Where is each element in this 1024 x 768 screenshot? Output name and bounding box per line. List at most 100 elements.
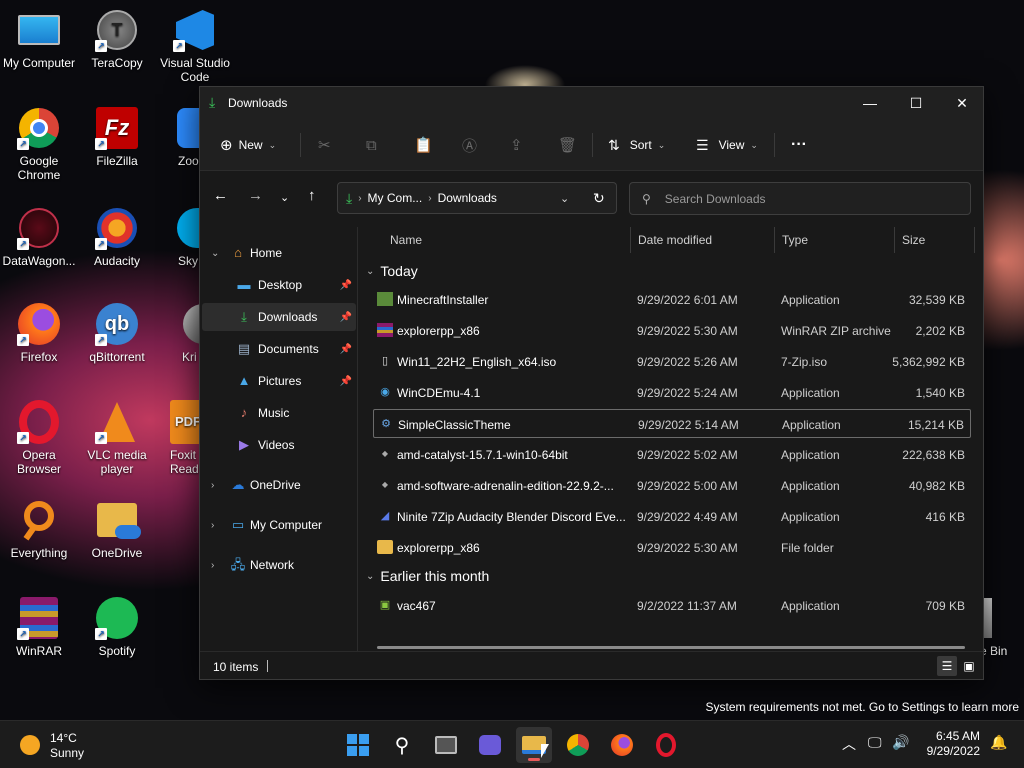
new-button[interactable]: ⊕ New ⌄	[220, 131, 276, 159]
desktop-icon-my-computer[interactable]: My Computer	[0, 8, 78, 70]
close-button[interactable]: ✕	[939, 87, 985, 119]
file-row[interactable]: ▯ Win11_22H2_English_x64.iso 9/29/2022 5…	[373, 347, 971, 376]
recent-locations-chevron-icon[interactable]: ⌄	[280, 191, 289, 204]
desktop-icon-audacity[interactable]: ↗ Audacity	[78, 206, 156, 268]
pin-icon[interactable]: 📌	[340, 376, 352, 387]
chrome-taskbar-button[interactable]	[560, 727, 596, 763]
file-row[interactable]: ◆ amd-catalyst-15.7.1-win10-64bit 9/29/2…	[373, 440, 971, 469]
chevron-down-icon[interactable]: ⌄	[211, 248, 219, 259]
breadcrumb-item[interactable]: Downloads	[438, 191, 497, 205]
column-divider[interactable]	[774, 227, 775, 253]
task-view-button[interactable]	[428, 727, 464, 763]
weather-widget[interactable]: 14°C Sunny	[20, 731, 84, 761]
share-button[interactable]: ⇪	[510, 131, 523, 159]
pin-icon[interactable]: 📌	[340, 280, 352, 291]
desktop-icon-qbittorrent[interactable]: qb ↗ qBittorrent	[78, 302, 156, 364]
paste-button[interactable]: 📋	[414, 131, 433, 159]
refresh-icon[interactable]: ↻	[593, 190, 605, 207]
file-row[interactable]: ⚙ SimpleClassicTheme 9/29/2022 5:14 AM A…	[373, 409, 971, 438]
volume-icon[interactable]: 🔊	[892, 734, 909, 751]
sidebar-item-videos[interactable]: ▶ Videos	[202, 431, 356, 459]
file-row[interactable]: ▣ vac467 9/2/2022 11:37 AM Application 7…	[373, 591, 971, 620]
file-row[interactable]: ◢ Ninite 7Zip Audacity Blender Discord E…	[373, 502, 971, 531]
desktop-icon-onedrive[interactable]: OneDrive	[78, 498, 156, 560]
chevron-right-icon[interactable]: ›	[211, 560, 214, 571]
desktop-icon-teracopy[interactable]: T ↗ TeraCopy	[78, 8, 156, 70]
desktop-icon-spotify[interactable]: ↗ Spotify	[78, 596, 156, 658]
column-header-date[interactable]: Date modified	[638, 227, 712, 253]
desktop-icon-label: FileZilla	[96, 154, 138, 168]
chevron-right-icon[interactable]: ›	[211, 520, 214, 531]
desktop-icon-filezilla[interactable]: Fz ↗ FileZilla	[78, 106, 156, 168]
up-arrow-icon[interactable]: ↑	[308, 187, 316, 204]
breadcrumb-item[interactable]: My Com...	[368, 191, 423, 205]
chevron-down-icon: ⌄	[366, 570, 375, 582]
sidebar-item-home[interactable]: ⌄ ⌂ Home	[202, 239, 356, 267]
network-icon[interactable]: 🖵	[868, 734, 882, 751]
tiles-view-button[interactable]: ▣	[959, 656, 979, 676]
sort-button[interactable]: ⇅ Sort ⌄	[608, 131, 665, 159]
back-arrow-icon[interactable]: ←	[213, 187, 228, 204]
sidebar-item-my-computer[interactable]: › ▭ My Computer	[202, 511, 356, 539]
file-row[interactable]: MinecraftInstaller 9/29/2022 6:01 AM App…	[373, 285, 971, 314]
desktop-icon-winrar[interactable]: ↗ WinRAR	[0, 596, 78, 658]
rename-button[interactable]: Ⓐ	[462, 131, 477, 159]
desktop-icon-vlc[interactable]: ↗ VLC media player	[78, 400, 156, 476]
search-button[interactable]: ⚲	[384, 727, 420, 763]
forward-arrow-icon[interactable]: →	[248, 187, 263, 204]
maximize-button[interactable]: ☐	[893, 87, 939, 119]
desktop-icon-firefox[interactable]: ↗ Firefox	[0, 302, 78, 364]
sidebar-item-onedrive[interactable]: › ☁ OneDrive	[202, 471, 356, 499]
horizontal-scrollbar[interactable]	[377, 646, 965, 649]
desktop-icon-vscode[interactable]: ↗ Visual Studio Code	[156, 8, 234, 84]
cut-button[interactable]: ✂	[318, 131, 331, 159]
search-input[interactable]: Search Downloads	[665, 192, 766, 206]
sidebar-item-music[interactable]: ♪ Music	[202, 399, 356, 427]
column-header-type[interactable]: Type	[782, 227, 808, 253]
details-view-button[interactable]: ☰	[937, 656, 957, 676]
group-header-earlier-this-month[interactable]: ⌄ Earlier this month	[366, 568, 489, 584]
copy-button[interactable]: ⧉	[366, 131, 377, 159]
group-header-today[interactable]: ⌄ Today	[366, 263, 418, 279]
view-button-label: View	[718, 138, 745, 152]
desktop-icon-chrome[interactable]: ↗ Google Chrome	[0, 106, 78, 182]
chat-button[interactable]	[472, 727, 508, 763]
clock[interactable]: 6:45 AM 9/29/2022	[927, 729, 980, 759]
sidebar-item-downloads[interactable]: ⤓ Downloads 📌	[202, 303, 356, 331]
address-bar[interactable]: ⤓ › My Com... › Downloads ⌄ ↻	[337, 182, 617, 214]
desktop-icon-everything[interactable]: Everything	[0, 498, 78, 560]
monitor-icon	[17, 8, 61, 52]
column-divider[interactable]	[974, 227, 975, 253]
sidebar-item-documents[interactable]: ▤ Documents 📌	[202, 335, 356, 363]
sidebar-item-network[interactable]: › 🖧 Network	[202, 551, 356, 579]
opera-taskbar-button[interactable]	[648, 727, 684, 763]
file-row[interactable]: ◉ WinCDEmu-4.1 9/29/2022 5:24 AM Applica…	[373, 378, 971, 407]
title-bar[interactable]: ⤓ Downloads — ☐ ✕	[200, 87, 983, 119]
file-row[interactable]: explorerpp_x86 9/29/2022 5:30 AM File fo…	[373, 533, 971, 562]
pin-icon[interactable]: 📌	[340, 312, 352, 323]
minimize-button[interactable]: —	[847, 87, 893, 119]
desktop-icon-datawagon[interactable]: ↗ DataWagon...	[0, 206, 78, 268]
column-divider[interactable]	[894, 227, 895, 253]
search-box[interactable]: ⚲ Search Downloads	[629, 182, 971, 215]
desktop-icon-opera[interactable]: ↗ Opera Browser	[0, 400, 78, 476]
more-options-button[interactable]: ···	[791, 131, 807, 159]
column-header-name[interactable]: Name	[390, 227, 422, 253]
address-history-chevron-icon[interactable]: ⌄	[560, 192, 569, 205]
start-button[interactable]	[340, 727, 376, 763]
delete-button[interactable]: 🗑	[558, 131, 577, 159]
notification-icon[interactable]: 🔔	[990, 734, 1007, 751]
view-button[interactable]: ☰ View ⌄	[696, 131, 758, 159]
pin-icon[interactable]: 📌	[340, 344, 352, 355]
column-divider[interactable]	[630, 227, 631, 253]
desktop-icon-recycle-bin[interactable]: e Bin	[980, 596, 1024, 658]
file-row[interactable]: ◆ amd-software-adrenalin-edition-22.9.2-…	[373, 471, 971, 500]
sidebar-item-desktop[interactable]: ▬ Desktop 📌	[202, 271, 356, 299]
column-header-size[interactable]: Size	[902, 227, 925, 253]
sidebar-item-pictures[interactable]: ▲ Pictures 📌	[202, 367, 356, 395]
chevron-right-icon[interactable]: ›	[211, 480, 214, 491]
everything-icon	[17, 498, 61, 542]
firefox-taskbar-button[interactable]	[604, 727, 640, 763]
show-hidden-icons-chevron-icon[interactable]: ︿	[842, 734, 856, 754]
file-row[interactable]: explorerpp_x86 9/29/2022 5:30 AM WinRAR …	[373, 316, 971, 345]
